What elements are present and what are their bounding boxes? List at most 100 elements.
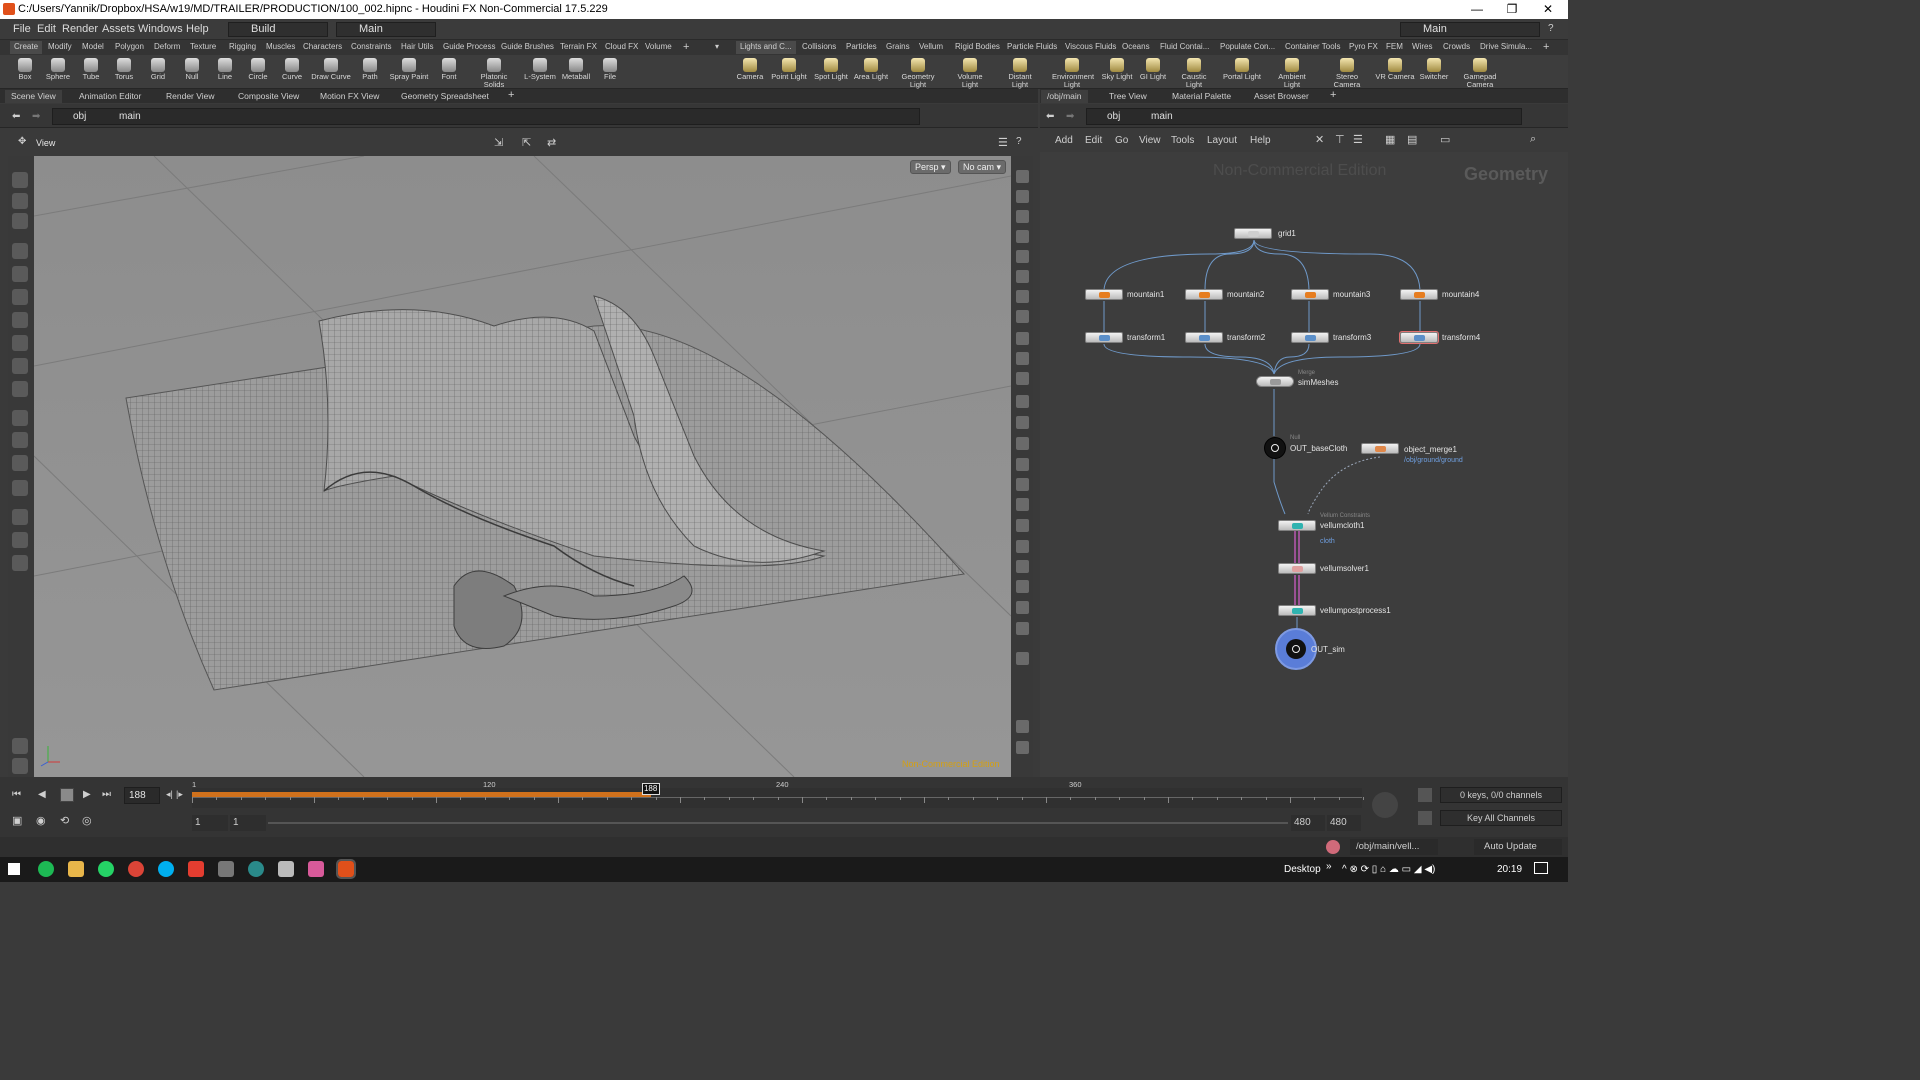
- crop-icon[interactable]: [1016, 519, 1029, 532]
- mail-icon[interactable]: [278, 861, 294, 877]
- range-end-field[interactable]: 480: [1327, 815, 1361, 831]
- minimize-button[interactable]: —: [1459, 0, 1495, 19]
- network-menu-tools[interactable]: Tools: [1171, 135, 1194, 146]
- node-transform4[interactable]: [1399, 331, 1439, 344]
- right-context-select[interactable]: Main: [1400, 22, 1540, 37]
- scale-icon[interactable]: [12, 358, 28, 374]
- node-object-merge1[interactable]: [1361, 443, 1399, 454]
- app-teal-icon[interactable]: [248, 861, 264, 877]
- tool-l-system[interactable]: L-System: [520, 57, 560, 87]
- node-mountain1[interactable]: [1085, 289, 1123, 300]
- keys-panel-icon[interactable]: [1418, 788, 1432, 802]
- pin-icon[interactable]: [1016, 622, 1029, 635]
- auto-update-menu[interactable]: Auto Update: [1474, 839, 1562, 855]
- lock-camera-icon[interactable]: [1016, 210, 1029, 223]
- shelf-tab-container-tools[interactable]: Container Tools: [1281, 41, 1344, 54]
- node-grid1[interactable]: [1234, 228, 1272, 239]
- tool-file[interactable]: File: [590, 57, 630, 87]
- menu-render[interactable]: Render: [62, 23, 98, 35]
- slack-icon[interactable]: [308, 861, 324, 877]
- node-vellumsolver1[interactable]: [1278, 563, 1316, 574]
- shelf-tab-rigging[interactable]: Rigging: [225, 41, 260, 54]
- grid-icon[interactable]: ▦: [1385, 133, 1395, 146]
- tab-material-palette[interactable]: Material Palette: [1166, 90, 1237, 103]
- menu-windows[interactable]: Windows: [138, 23, 183, 35]
- tab-motion-fx-view[interactable]: Motion FX View: [314, 90, 385, 103]
- shelf-tab-cloud-fx[interactable]: Cloud FX: [601, 41, 642, 54]
- taskbar-desktop-label[interactable]: Desktop: [1284, 864, 1321, 875]
- light-icon[interactable]: [1016, 290, 1029, 303]
- tool-environment-light[interactable]: Environment Light: [1052, 57, 1094, 89]
- shelf-tab-characters[interactable]: Characters: [299, 41, 346, 54]
- tool-portal-light[interactable]: Portal Light: [1222, 57, 1262, 87]
- tool-geometry-light[interactable]: Geometry Light: [898, 57, 938, 89]
- edge-icon[interactable]: [1016, 437, 1029, 450]
- viewer-help-icon[interactable]: ?: [1016, 136, 1022, 147]
- tool-spot-light[interactable]: Spot Light: [811, 57, 851, 87]
- info-icon[interactable]: [1016, 652, 1029, 665]
- tool-point-light[interactable]: Point Light: [769, 57, 809, 87]
- ghost-icon[interactable]: [12, 758, 28, 774]
- vector-icon[interactable]: [1016, 478, 1029, 491]
- tool-draw-curve[interactable]: Draw Curve: [311, 57, 351, 87]
- shelf-tab-hair-utils[interactable]: Hair Utils: [397, 41, 437, 54]
- menu-assets[interactable]: Assets: [102, 23, 135, 35]
- houdini-taskbar-icon[interactable]: [336, 859, 356, 879]
- transform-icon[interactable]: [12, 410, 28, 426]
- tool-stereo-camera[interactable]: Stereo Camera: [1327, 57, 1367, 89]
- flipbook-icon[interactable]: [1016, 540, 1029, 553]
- transform-mode-icon[interactable]: ⇄: [547, 136, 556, 149]
- back-icon[interactable]: ⬅: [12, 111, 20, 122]
- 3d-viewport[interactable]: Persp ▾ No cam ▾ Non-Commercial Edition: [34, 156, 1011, 777]
- current-frame-field[interactable]: 188: [124, 787, 160, 804]
- node-mountain4[interactable]: [1400, 289, 1438, 300]
- paint-icon[interactable]: [12, 213, 28, 229]
- list-icon[interactable]: ☰: [1353, 133, 1363, 146]
- bend-icon[interactable]: [12, 455, 28, 471]
- ghost-view-icon[interactable]: [1016, 230, 1029, 243]
- key-all-icon[interactable]: [1418, 811, 1432, 825]
- tool-font[interactable]: Font: [429, 57, 469, 87]
- network-back-icon[interactable]: ⬅: [1046, 111, 1054, 122]
- brain-icon[interactable]: [1326, 840, 1340, 854]
- select-mode-icon[interactable]: ⇱: [522, 136, 531, 149]
- key-all-channels-button[interactable]: Key All Channels: [1440, 810, 1562, 826]
- tiles-icon[interactable]: ▤: [1407, 133, 1417, 146]
- shelf-tab-modify[interactable]: Modify: [44, 41, 76, 54]
- playhead-marker[interactable]: 188: [641, 783, 660, 795]
- shelf-menu-icon[interactable]: ▾: [715, 42, 719, 51]
- tool-caustic-light[interactable]: Caustic Light: [1174, 57, 1214, 89]
- key-tool-icon[interactable]: [1372, 792, 1398, 818]
- tree-icon[interactable]: ⊤: [1335, 133, 1345, 146]
- tab-scene-view[interactable]: Scene View: [5, 90, 62, 103]
- camera-icon[interactable]: [1016, 332, 1029, 345]
- left-path-field[interactable]: obj main: [52, 108, 920, 125]
- shelf-tab-collisions[interactable]: Collisions: [798, 41, 840, 54]
- app-red-icon[interactable]: [188, 861, 204, 877]
- range-start-field[interactable]: 1: [192, 815, 228, 831]
- step-forward-icon[interactable]: |▸: [176, 789, 183, 800]
- uv-icon[interactable]: [1016, 458, 1029, 471]
- skype-icon[interactable]: [158, 861, 174, 877]
- tool-camera[interactable]: Camera: [730, 57, 770, 87]
- step-back-icon[interactable]: ◂|: [166, 789, 173, 800]
- tab-geometry-spreadsheet[interactable]: Geometry Spreadsheet: [395, 90, 495, 103]
- shelf-tab-fluid-containers[interactable]: Fluid Contai...: [1156, 41, 1213, 54]
- tool-path[interactable]: Path: [350, 57, 390, 87]
- eye-icon[interactable]: [1016, 741, 1029, 754]
- rotate-icon[interactable]: [12, 335, 28, 351]
- shelf-tab-oceans[interactable]: Oceans: [1118, 41, 1154, 54]
- shelf-tab-texture[interactable]: Texture: [186, 41, 220, 54]
- stop-button[interactable]: [60, 788, 74, 802]
- node-transform1[interactable]: [1085, 332, 1123, 343]
- grab-icon[interactable]: [12, 480, 28, 496]
- network-menu-add[interactable]: Add: [1055, 135, 1073, 146]
- range-start-playback-field[interactable]: 1: [230, 815, 266, 831]
- shelf-tab-drive-simulation[interactable]: Drive Simula...: [1476, 41, 1536, 54]
- tab-render-view[interactable]: Render View: [160, 90, 221, 103]
- file-explorer-icon[interactable]: [68, 861, 84, 877]
- add-pane-tab-right-icon[interactable]: +: [1330, 89, 1336, 101]
- tool-ambient-light[interactable]: Ambient Light: [1272, 57, 1312, 89]
- close-button[interactable]: ✕: [1530, 0, 1566, 19]
- shelf-tab-grains[interactable]: Grains: [882, 41, 914, 54]
